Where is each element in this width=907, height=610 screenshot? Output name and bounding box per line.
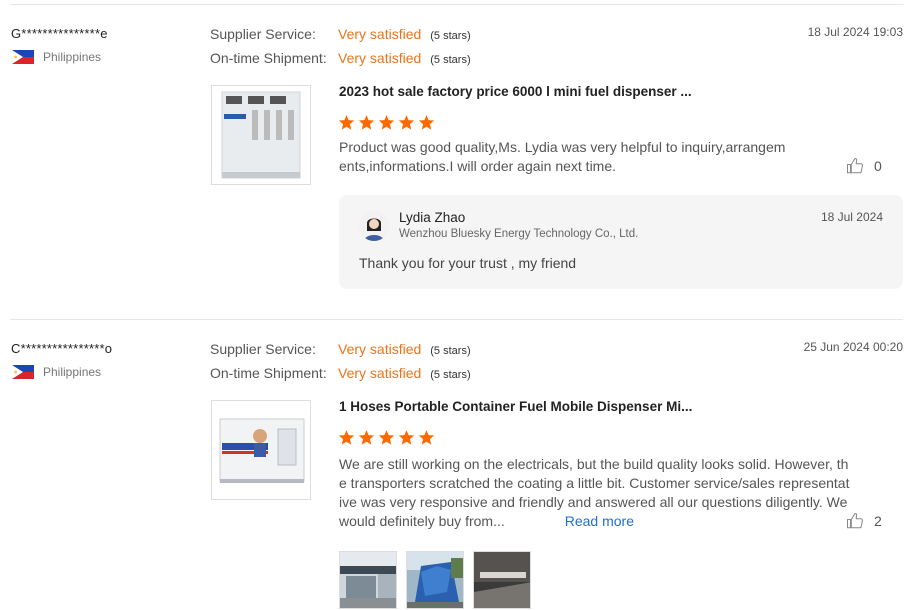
- country-name: Philippines: [43, 365, 102, 379]
- shipment-value: Very satisfied: [338, 50, 422, 66]
- star-icon: [398, 115, 415, 130]
- product-star-rating: [338, 429, 435, 446]
- review-date: 25 Jun 2024 00:20: [803, 340, 903, 354]
- review-photo[interactable]: [339, 551, 397, 609]
- thumbs-up-icon: [846, 512, 863, 529]
- star-icon: [358, 115, 375, 130]
- reply-message: Thank you for your trust , my friend: [359, 255, 577, 271]
- buyer-country: Philippines: [12, 50, 101, 64]
- review-text: We are still working on the electricals,…: [339, 455, 851, 531]
- shipment-label: On-time Shipment:: [210, 365, 327, 381]
- philippines-flag-icon: [12, 50, 34, 64]
- star-icon: [358, 430, 375, 445]
- star-icon: [398, 430, 415, 445]
- product-star-rating: [338, 114, 435, 131]
- product-title-link[interactable]: 1 Hoses Portable Container Fuel Mobile D…: [339, 399, 692, 414]
- star-icon: [418, 115, 435, 130]
- like-button[interactable]: 0: [846, 157, 882, 175]
- shipment-stars: (5 stars): [430, 54, 471, 66]
- supplier-service-value: Very satisfied: [338, 26, 422, 42]
- shipment-label: On-time Shipment:: [210, 50, 327, 66]
- review-photo[interactable]: [406, 551, 464, 609]
- review-card: G***************e Philippines Supplier S…: [0, 0, 907, 315]
- buyer-country: Philippines: [12, 365, 101, 379]
- supplier-service-stars: (5 stars): [430, 30, 471, 42]
- buyer-name: C****************o: [11, 341, 113, 356]
- shipment-rating: On-time Shipment: Very satisfied (5 star…: [210, 50, 471, 66]
- reply-company: Wenzhou Bluesky Energy Technology Co., L…: [399, 228, 639, 240]
- supplier-service-value: Very satisfied: [338, 341, 422, 357]
- review-text: Product was good quality,Ms. Lydia was v…: [339, 139, 786, 174]
- product-title-link[interactable]: 2023 hot sale factory price 6000 l mini …: [339, 84, 692, 99]
- supplier-service-rating: Supplier Service: Very satisfied (5 star…: [210, 341, 471, 357]
- buyer-name: G***************e: [11, 26, 108, 41]
- supplier-service-label: Supplier Service:: [210, 26, 316, 42]
- like-count: 2: [874, 513, 882, 529]
- star-icon: [338, 430, 355, 445]
- review-photo[interactable]: [473, 551, 531, 609]
- star-icon: [418, 430, 435, 445]
- reply-author-name: Lydia Zhao: [399, 210, 466, 225]
- review-card: C****************o Philippines Supplier …: [0, 320, 907, 610]
- shipment-rating: On-time Shipment: Very satisfied (5 star…: [210, 365, 471, 381]
- like-count: 0: [874, 158, 882, 174]
- shipment-stars: (5 stars): [430, 369, 471, 381]
- shipment-value: Very satisfied: [338, 365, 422, 381]
- reply-date: 18 Jul 2024: [820, 210, 883, 224]
- product-thumbnail[interactable]: [211, 85, 311, 185]
- product-thumbnail[interactable]: [211, 400, 311, 500]
- star-icon: [378, 430, 395, 445]
- review-date: 18 Jul 2024 19:03: [807, 25, 903, 39]
- philippines-flag-icon: [12, 365, 34, 379]
- thumbs-up-icon: [846, 157, 863, 174]
- star-icon: [338, 115, 355, 130]
- supplier-service-label: Supplier Service:: [210, 341, 316, 357]
- avatar: [359, 211, 389, 241]
- review-photos: [339, 551, 531, 609]
- country-name: Philippines: [43, 50, 102, 64]
- read-more-link[interactable]: Read more: [565, 513, 634, 529]
- supplier-service-rating: Supplier Service: Very satisfied (5 star…: [210, 26, 471, 42]
- supplier-service-stars: (5 stars): [430, 345, 471, 357]
- like-button[interactable]: 2: [846, 512, 882, 530]
- star-icon: [378, 115, 395, 130]
- supplier-reply: Lydia Zhao Wenzhou Bluesky Energy Techno…: [339, 195, 903, 289]
